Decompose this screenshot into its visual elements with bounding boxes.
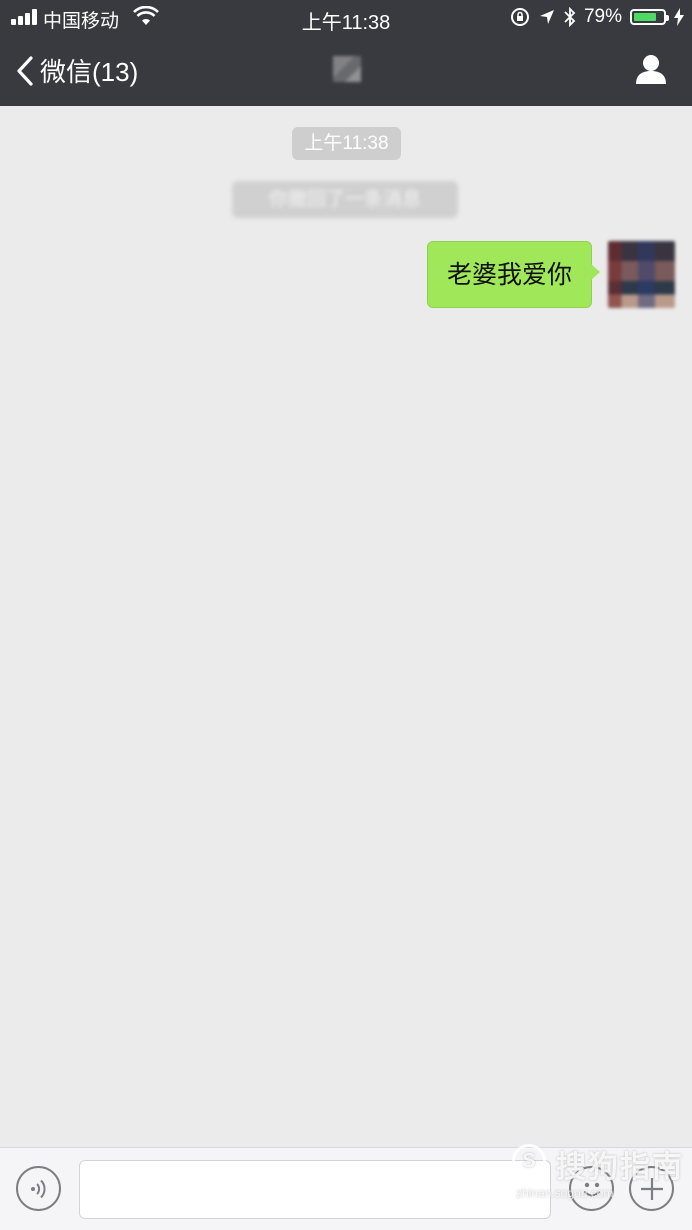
- bluetooth-icon: [564, 7, 576, 27]
- plus-icon: [640, 1177, 663, 1200]
- back-button[interactable]: 微信(13): [16, 52, 138, 89]
- avatar[interactable]: [608, 241, 675, 308]
- voice-button[interactable]: [16, 1166, 61, 1211]
- message-input[interactable]: [79, 1160, 551, 1219]
- voice-icon: [30, 1179, 45, 1198]
- emoji-icon: [583, 1182, 600, 1196]
- battery-fill: [634, 13, 656, 21]
- orientation-lock-icon: [510, 8, 529, 26]
- chat-timestamp: 上午11:38: [292, 127, 401, 160]
- nav-bar: 微信(13): [0, 34, 692, 106]
- back-label: 微信(13): [40, 57, 139, 87]
- input-bar: [0, 1147, 692, 1230]
- charging-icon: [674, 8, 684, 26]
- status-right: 79%: [510, 5, 684, 29]
- message-row-outgoing: 老婆我爱你: [426, 241, 675, 308]
- chat-title-pixelated: [333, 56, 361, 82]
- status-bar: 中国移动 上午11:38 79%: [0, 0, 692, 34]
- person-icon[interactable]: [634, 52, 668, 86]
- battery-icon: [630, 9, 669, 25]
- location-icon: [539, 10, 554, 24]
- chevron-left-icon: [17, 55, 33, 86]
- battery-percent: 79%: [583, 6, 622, 27]
- system-notice: 你撤回了一条消息: [232, 181, 458, 218]
- message-bubble[interactable]: 老婆我爱你: [426, 241, 601, 308]
- more-button[interactable]: [629, 1166, 674, 1211]
- top-bar: 中国移动 上午11:38 79% 微信(13): [0, 0, 692, 106]
- emoji-button[interactable]: [569, 1166, 614, 1211]
